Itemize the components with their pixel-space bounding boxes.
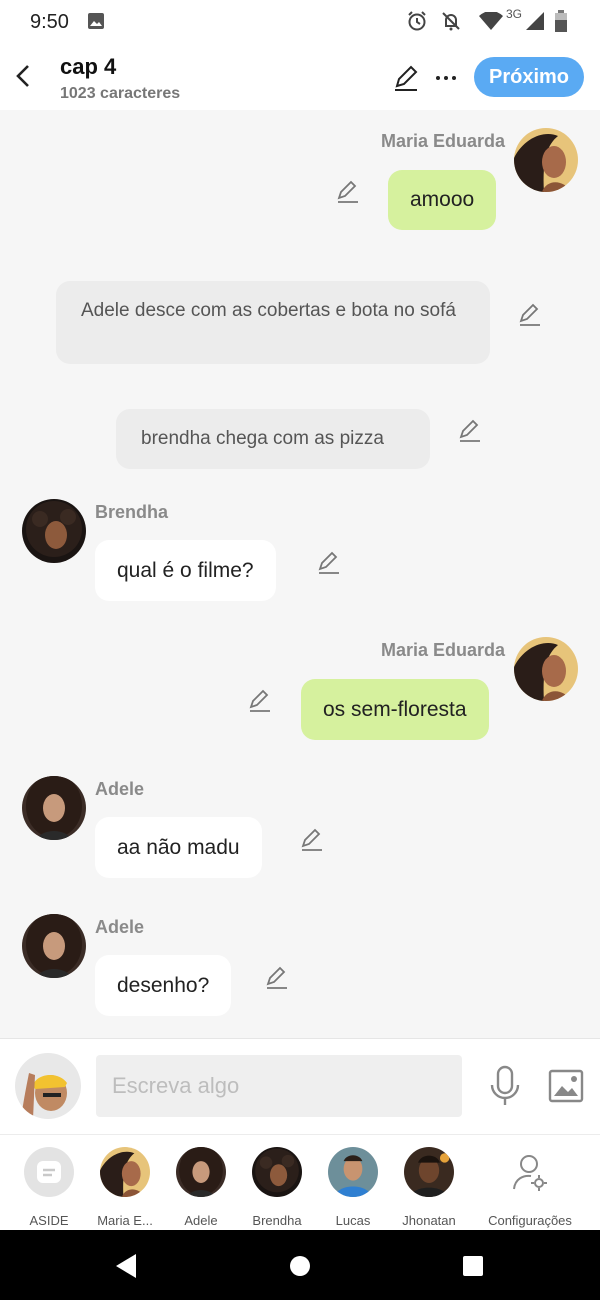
message-bubble[interactable]: amooo xyxy=(388,170,497,230)
message-bubble[interactable]: desenho? xyxy=(95,955,232,1016)
avatar xyxy=(252,1147,302,1197)
character-maria-eduarda[interactable]: Maria E... xyxy=(87,1145,163,1229)
settings-button[interactable]: Configurações xyxy=(488,1145,572,1229)
cell-signal-icon xyxy=(526,12,544,30)
back-triangle-icon[interactable] xyxy=(114,1253,138,1279)
narration-text: Adele desce com as cobertas e bota no so… xyxy=(81,300,456,321)
chat-area[interactable]: Maria Eduarda amooo Adele desce com as c… xyxy=(0,110,600,1038)
next-button[interactable]: Próximo xyxy=(474,57,584,97)
message-input[interactable] xyxy=(96,1055,462,1117)
composer xyxy=(0,1038,600,1134)
edit-title-button[interactable] xyxy=(390,62,422,94)
pencil-icon xyxy=(519,303,540,326)
status-bar: 9:50 3G xyxy=(0,0,600,44)
edit-message-button[interactable] xyxy=(263,964,291,992)
home-circle-icon[interactable] xyxy=(289,1255,311,1277)
avatar-maria-eduarda[interactable] xyxy=(514,128,578,192)
battery-icon xyxy=(555,10,567,32)
sender-name: Brendha xyxy=(95,502,169,522)
edit-message-button[interactable] xyxy=(246,687,274,715)
character-label: Configurações xyxy=(488,1213,572,1228)
comment-icon xyxy=(37,1161,61,1183)
message-text: os sem-floresta xyxy=(323,697,467,721)
avatar xyxy=(404,1147,454,1197)
character-brendha[interactable]: Brendha xyxy=(239,1145,315,1229)
page-title: cap 4 xyxy=(60,54,117,79)
edit-message-button[interactable] xyxy=(516,301,544,329)
character-count: 1023 caracteres xyxy=(60,85,181,102)
message-text: aa não madu xyxy=(117,835,240,859)
alarm-icon xyxy=(408,11,426,31)
pencil-icon xyxy=(249,689,270,712)
message-bubble[interactable]: aa não madu xyxy=(95,817,262,878)
narration-text: brendha chega com as pizza xyxy=(141,428,384,449)
narration-bubble[interactable]: brendha chega com as pizza xyxy=(116,409,430,469)
chevron-left-icon xyxy=(16,65,29,87)
attach-image-button[interactable] xyxy=(548,1069,584,1103)
character-jhonatan[interactable]: Jhonatan xyxy=(391,1145,467,1229)
avatar xyxy=(176,1147,226,1197)
image-icon xyxy=(548,1069,584,1103)
pencil-icon xyxy=(459,419,480,442)
app-header: cap 4 1023 caracteres Próximo xyxy=(0,44,600,110)
image-icon xyxy=(88,13,104,29)
character-label: Jhonatan xyxy=(402,1213,456,1228)
sender-name: Maria Eduarda xyxy=(380,640,505,660)
current-character-avatar[interactable] xyxy=(15,1053,81,1119)
sender-name: Maria Eduarda xyxy=(380,131,505,151)
back-button[interactable] xyxy=(8,56,40,96)
message-bubble[interactable]: qual é o filme? xyxy=(95,540,276,601)
message-text: qual é o filme? xyxy=(117,558,254,582)
character-lucas[interactable]: Lucas xyxy=(315,1145,391,1229)
user-settings-icon xyxy=(513,1155,547,1191)
character-bar: ASIDE Maria E... Adele Brendha Lucas Jho… xyxy=(0,1134,600,1230)
settings-avatar xyxy=(505,1147,555,1197)
more-options-button[interactable] xyxy=(430,62,462,94)
edit-message-button[interactable] xyxy=(334,178,362,206)
edit-message-button[interactable] xyxy=(456,417,484,445)
pencil-icon xyxy=(301,828,322,851)
avatar-adele[interactable] xyxy=(22,914,86,978)
network-label: 3G xyxy=(506,7,523,21)
system-nav-bar xyxy=(0,1230,600,1300)
avatar-maria-eduarda[interactable] xyxy=(514,637,578,701)
avatar xyxy=(100,1147,150,1197)
character-adele[interactable]: Adele xyxy=(163,1145,239,1229)
aside-avatar xyxy=(24,1147,74,1197)
edit-message-button[interactable] xyxy=(315,549,343,577)
recents-square-icon[interactable] xyxy=(462,1255,484,1277)
sender-name: Adele xyxy=(95,779,145,799)
character-aside[interactable]: ASIDE xyxy=(11,1145,87,1229)
message-text: amooo xyxy=(410,188,475,211)
notifications-off-icon xyxy=(442,12,460,31)
avatar xyxy=(328,1147,378,1197)
microphone-button[interactable] xyxy=(488,1065,522,1109)
wifi-icon xyxy=(479,12,503,30)
pencil-icon xyxy=(318,551,339,574)
message-bubble[interactable]: os sem-floresta xyxy=(301,679,489,740)
pencil-icon xyxy=(395,65,418,91)
edit-message-button[interactable] xyxy=(298,826,326,854)
sender-name: Adele xyxy=(95,917,145,937)
pencil-icon xyxy=(337,180,358,203)
pencil-icon xyxy=(266,966,287,989)
more-horizontal-icon xyxy=(436,76,456,80)
microphone-icon xyxy=(490,1065,520,1105)
message-text: desenho? xyxy=(117,973,210,997)
narration-bubble[interactable]: Adele desce com as cobertas e bota no so… xyxy=(56,281,490,364)
avatar-adele[interactable] xyxy=(22,776,86,840)
status-time: 9:50 xyxy=(30,11,69,33)
avatar-brendha[interactable] xyxy=(22,499,86,563)
